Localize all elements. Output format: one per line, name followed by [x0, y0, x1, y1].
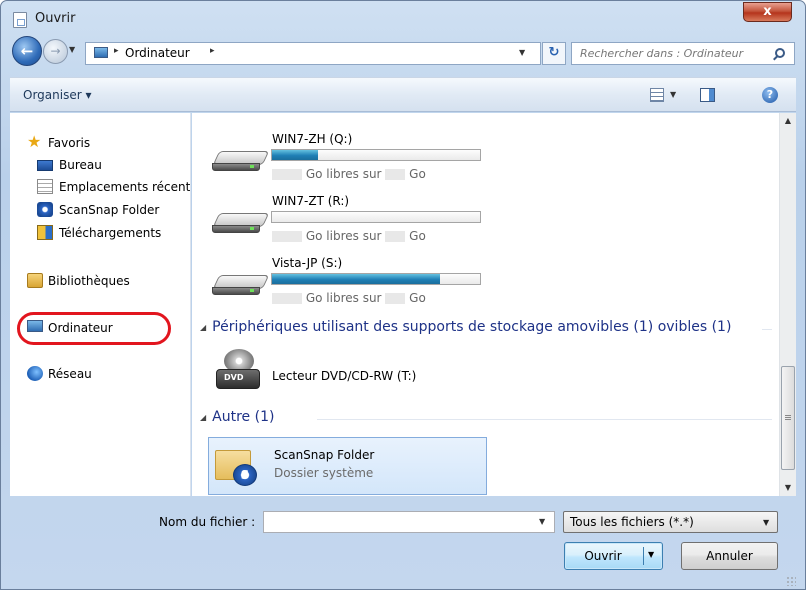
group-header-removable[interactable]: ◢ Périphériques utilisant des supports de…	[200, 319, 731, 335]
vertical-scrollbar[interactable]: ▲ ▼	[779, 113, 796, 496]
sidebar-item-recent-places[interactable]: Emplacements récents	[10, 176, 190, 198]
command-bar: Organiser ▾ ▼ ?	[10, 77, 796, 112]
open-options-dropdown-icon[interactable]: ▼	[648, 550, 654, 559]
scansnap-folder-icon: S	[215, 446, 259, 486]
recent-places-icon	[37, 179, 53, 194]
sidebar-item-network[interactable]: Réseau	[10, 363, 190, 385]
sidebar-item-scansnap[interactable]: ScanSnap Folder	[10, 199, 190, 221]
free-space-text: Go libres sur Go	[272, 291, 426, 305]
preview-pane-icon[interactable]	[700, 88, 715, 102]
collapse-triangle-icon[interactable]: ◢	[200, 323, 206, 332]
breadcrumb-separator[interactable]: ▸	[210, 46, 215, 56]
cancel-button[interactable]: Annuler	[681, 542, 778, 570]
libraries-icon	[27, 273, 43, 288]
window-title: Ouvrir	[35, 11, 76, 26]
scansnap-icon	[37, 202, 53, 217]
free-space-text: Go libres sur Go	[272, 167, 426, 181]
close-button[interactable]: x	[743, 2, 792, 22]
scroll-down-arrow-icon[interactable]: ▼	[780, 480, 796, 496]
refresh-button[interactable]: ↻	[542, 42, 566, 65]
views-dropdown[interactable]: ▼	[670, 90, 676, 99]
open-button[interactable]: Ouvrir ▼	[564, 542, 663, 570]
sidebar-item-libraries[interactable]: Bibliothèques	[10, 270, 190, 292]
help-icon[interactable]: ?	[762, 87, 778, 103]
filename-input[interactable]	[266, 513, 526, 531]
sidebar-item-downloads[interactable]: Téléchargements	[10, 222, 190, 244]
divider	[762, 329, 772, 330]
drive-item[interactable]: WIN7-ZH (Q:) Go libres sur Go	[192, 129, 592, 185]
address-dropdown[interactable]: ▼	[519, 48, 525, 57]
scroll-thumb[interactable]	[781, 366, 795, 470]
capacity-bar	[271, 273, 481, 285]
navigation-pane: ★ Favoris Bureau Emplacements récents Sc…	[10, 113, 191, 496]
drive-item[interactable]: WIN7-ZT (R:) Go libres sur Go	[192, 191, 592, 247]
resize-grip-icon[interactable]	[786, 576, 796, 586]
organise-menu[interactable]: Organiser ▾	[23, 88, 91, 102]
star-icon: ★	[27, 132, 42, 151]
dvd-drive-icon[interactable]: DVD	[216, 349, 260, 393]
search-input[interactable]: Rechercher dans : Ordinateur	[580, 47, 743, 60]
divider	[317, 419, 772, 420]
free-space-text: Go libres sur Go	[272, 229, 426, 243]
filename-dropdown-arrow-icon[interactable]: ▼	[539, 517, 545, 526]
recent-pages-dropdown[interactable]: ▼	[69, 45, 75, 54]
hard-drive-icon	[212, 151, 270, 173]
breadcrumb-separator[interactable]: ▸	[114, 46, 119, 56]
downloads-icon	[37, 225, 53, 240]
network-icon	[27, 366, 43, 381]
group-header-other[interactable]: ◢ Autre (1)	[200, 409, 274, 425]
hard-drive-icon	[212, 213, 270, 235]
dvd-drive-label[interactable]: Lecteur DVD/CD-RW (T:)	[272, 369, 416, 383]
computer-icon	[94, 47, 108, 58]
address-bar[interactable]: ▸ Ordinateur ▸ ▼	[85, 42, 541, 65]
collapse-triangle-icon[interactable]: ◢	[200, 413, 206, 422]
drive-item[interactable]: Vista-JP (S:) Go libres sur Go	[192, 253, 592, 309]
document-icon	[13, 12, 27, 28]
highlight-ring	[17, 312, 171, 345]
search-box[interactable]: Rechercher dans : Ordinateur	[571, 42, 795, 65]
back-button[interactable]: ←	[12, 36, 42, 66]
sidebar-item-desktop[interactable]: Bureau	[10, 154, 190, 176]
breadcrumb-computer[interactable]: Ordinateur	[125, 46, 190, 60]
scroll-up-arrow-icon[interactable]: ▲	[780, 113, 796, 129]
forward-button[interactable]: →	[43, 39, 68, 64]
views-icon[interactable]	[650, 88, 664, 102]
open-dialog: Ouvrir x ← → ▼ ▸ Ordinateur ▸ ▼ ↻ Recher…	[0, 0, 806, 590]
sidebar-item-favorites[interactable]: ★ Favoris	[10, 132, 190, 154]
scansnap-folder-tile[interactable]: S ScanSnap Folder Dossier système	[208, 437, 487, 495]
title-bar[interactable]: Ouvrir x	[1, 1, 805, 35]
filename-label: Nom du fichier :	[159, 515, 256, 529]
file-type-select[interactable]: Tous les fichiers (*.*) ▼	[563, 511, 778, 533]
desktop-icon	[37, 160, 53, 171]
file-list: WIN7-ZH (Q:) Go libres sur Go WIN7-ZT (R…	[192, 113, 779, 496]
filename-field[interactable]	[263, 511, 555, 533]
capacity-bar	[271, 211, 481, 223]
capacity-bar	[271, 149, 481, 161]
search-icon[interactable]	[775, 48, 785, 58]
hard-drive-icon	[212, 275, 270, 297]
chevron-down-icon: ▼	[763, 518, 770, 527]
